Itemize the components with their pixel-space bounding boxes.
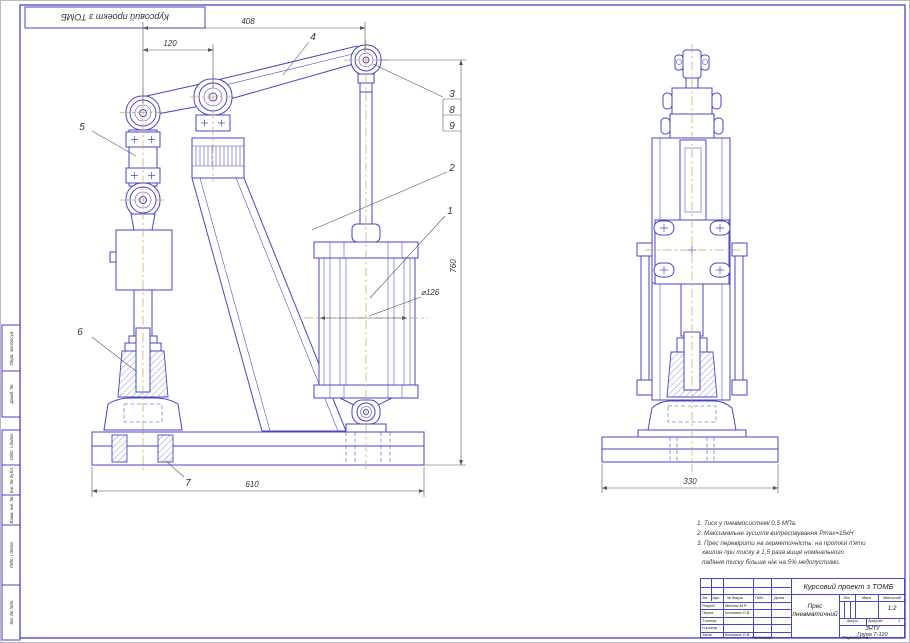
tb-col-pidp: Підп. <box>755 596 764 601</box>
tb-sheet-label: Аркуш <box>839 619 866 624</box>
margin-label-dovid: Довід. № <box>9 384 14 404</box>
margin-label-pidp2: Підп. і дата <box>9 542 14 568</box>
tb-doc-title-2: пневматичний <box>791 611 839 619</box>
anchor-bolt <box>112 435 127 462</box>
technical-notes: 1. Тиск у пневмосистемі 0,5 МПа. 2. Макс… <box>697 519 909 568</box>
margin-label-vzam: Взам. інв. № <box>9 497 14 524</box>
tb-sheets-label: Аркушів <box>868 619 882 624</box>
callout-6: 6 <box>77 327 83 338</box>
title-block: Зм. Арк. № докум. Підп. Дата Розроб. Мей… <box>700 578 905 638</box>
margin-label-perv: Перв. застосув. <box>9 331 14 366</box>
tb-zatv-name: Коновало О.В. <box>725 633 750 638</box>
tb-scale-value: 1:2 <box>878 605 906 613</box>
margin-label-pidp1: Підп. і дата <box>9 434 14 460</box>
tb-scale-label: Масштаб <box>878 596 906 601</box>
margin-label-inv-pidl: Інв. № підл. <box>9 600 14 625</box>
callout-7: 7 <box>185 478 191 489</box>
format-label: Формат А1 <box>842 636 868 641</box>
tb-lit-label: Літ. <box>839 596 855 601</box>
side-base <box>602 437 778 462</box>
callout-4: 4 <box>310 32 316 43</box>
note-line: 1. Тиск у пневмосистемі 0,5 МПа. <box>697 519 909 529</box>
note-line: 3. Прес перевірити на герметичність: на … <box>697 539 909 549</box>
callout-5: 5 <box>79 122 85 133</box>
note-line: 2. Максимальне зусилля випресовування Pm… <box>697 529 909 539</box>
cylinder-body <box>319 258 415 385</box>
callout-2: 2 <box>448 163 455 174</box>
tb-perev-label: Перев. <box>702 611 714 616</box>
dim-408: 408 <box>241 17 255 26</box>
callout-1: 1 <box>447 206 453 217</box>
margin-label-inv-dubl: Інв. № дубл. <box>9 467 14 493</box>
front-base <box>92 432 424 465</box>
tb-col-data: Дата <box>774 596 784 601</box>
note-line: падіння тиску більше ніж на 5% недопусти… <box>697 558 909 568</box>
tb-tkontr-label: Т.контр. <box>702 619 717 624</box>
corner-stamp-text: Курсовий проект з ТОМБ <box>61 12 169 22</box>
note-line: хвилин при тиску в 1,5 раза вище номінал… <box>697 548 909 558</box>
tb-project-title: Курсовий проект з ТОМБ <box>791 582 906 591</box>
tb-col-ark: Арк. <box>713 596 721 601</box>
copied-label: Копіював <box>752 636 772 641</box>
callout-9: 9 <box>449 121 455 132</box>
tb-rozrob-label: Розроб. <box>702 604 716 609</box>
dim-760: 760 <box>449 259 458 273</box>
drawing-sheet: Курсовий проект з ТОМБ Перв. застосув. Д… <box>0 0 910 643</box>
anchor-bolt <box>158 435 173 462</box>
tb-perev-name: Коновало О.В. <box>725 611 750 616</box>
dim-120: 120 <box>163 39 177 48</box>
dim-610: 610 <box>245 480 259 489</box>
tb-rozrob-name: Мейлах М.Р. <box>725 604 747 609</box>
tb-doc-title-1: Прес <box>791 603 839 611</box>
tb-zatv-label: Затв. <box>702 633 713 638</box>
tb-sheets-value: 1 <box>898 619 900 624</box>
tb-col-doc: № докум. <box>727 596 744 601</box>
dim-330: 330 <box>683 477 697 486</box>
dim-cyl-dia: ⌀126 <box>421 288 440 297</box>
callout-8: 8 <box>449 105 455 116</box>
tb-nkontr-label: Н.контр. <box>702 626 718 631</box>
callout-3: 3 <box>449 89 455 100</box>
tb-col-zm: Зм. <box>702 596 708 601</box>
tb-mass-label: Маса <box>855 596 878 601</box>
